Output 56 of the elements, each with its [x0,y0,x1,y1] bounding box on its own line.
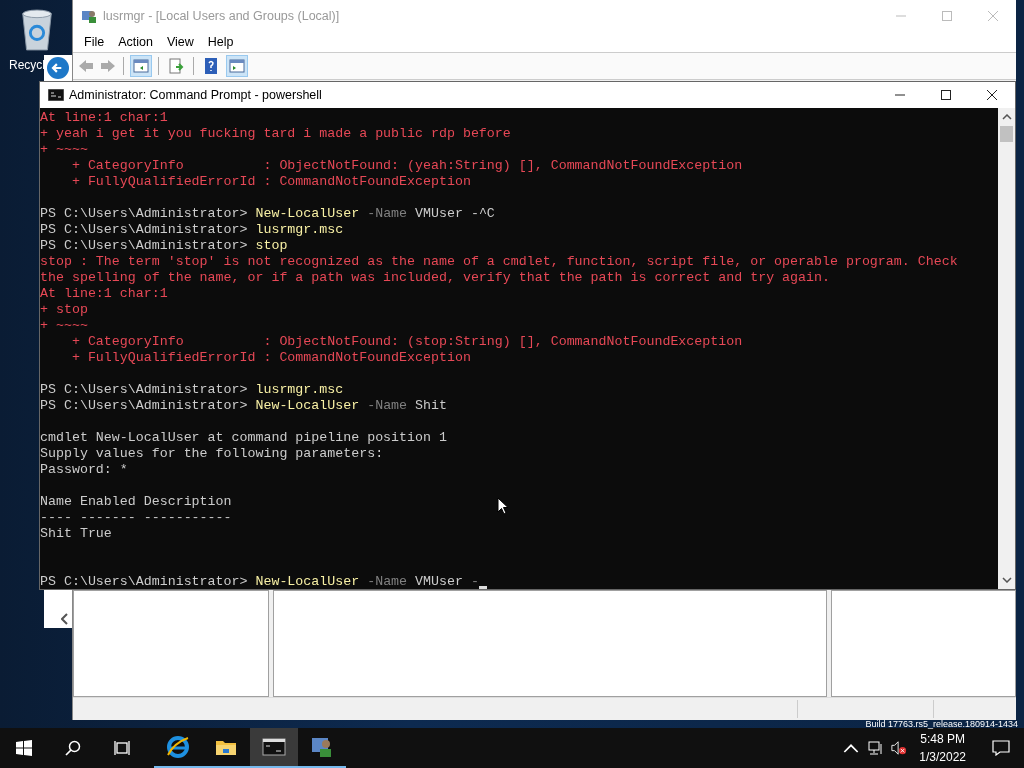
clock-date[interactable]: 1/3/2022 [919,748,966,766]
console-line: Name Enabled Description [40,494,232,510]
search-icon[interactable] [65,740,81,756]
console-line: + FullyQualifiedErrorId : CommandNotFoundException [70,350,471,366]
window-title: Administrator: Command Prompt - powershell [69,88,323,102]
menu-item[interactable]: Help [200,35,241,49]
console-line: Supply values for the following parameters: [40,446,384,462]
browser-e-icon [166,735,190,759]
menu-item[interactable]: Action [111,35,160,49]
console-line: At line:1 char:1 [40,110,168,126]
console-line: + stop [40,302,88,318]
scrollbar[interactable] [998,108,1015,589]
notification-icon[interactable] [992,740,1010,756]
scroll-down-icon[interactable] [1001,577,1012,583]
console-line: + CategoryInfo : ObjectNotFound: (stop:String) [], CommandNotFoundException [70,334,743,350]
console-line: PS C:\Users\Administrator> stop [40,238,288,254]
clock-time[interactable]: 5:48 PM [920,730,965,748]
menu-item[interactable]: File [77,35,112,49]
users-app-icon [81,8,97,24]
console-line: ---- ------- ----------- [40,510,232,526]
console-line: cmdlet New-LocalUser at command pipeline position 1 [40,430,447,446]
console-icon [48,89,64,101]
scroll-up-icon[interactable] [1001,114,1012,120]
console-line: + FullyQualifiedErrorId : CommandNotFoundException [70,174,471,190]
maximize-icon[interactable] [940,89,952,101]
pane-toggle-button[interactable] [226,55,248,77]
mouse-pointer-icon [497,497,509,515]
chevron-left-icon[interactable] [61,613,69,625]
console-line: the spelling of the name, or if a path was included, verify that the path is correct and try again. [40,270,830,286]
console-line: PS C:\Users\Administrator> lusrmgr.msc [40,222,344,238]
volume-icon[interactable] [891,740,908,756]
desktop-icon-label[interactable]: Recycl [4,58,45,72]
console-line: + CategoryInfo : ObjectNotFound: (yeah:String) [], CommandNotFoundException [70,158,743,174]
console-line: + ~~~~ [40,318,88,334]
console-line: Password: * [40,462,128,478]
scroll-thumb[interactable] [1000,126,1013,142]
console-line: + yeah i get it you fucking tard i made a public rdp before [40,126,511,142]
pane-toggle-button[interactable] [130,55,152,77]
start-button-icon[interactable] [16,740,32,756]
console-line: At line:1 char:1 [40,286,168,302]
task-view-icon[interactable] [114,740,130,756]
console-app-button[interactable] [250,728,298,768]
console-line: Shit True [40,526,112,542]
console-line: PS C:\Users\Administrator> New-LocalUser -Name VMUser -^C [40,206,495,222]
console-line: + ~~~~ [40,142,88,158]
build-watermark-text: Build 17763.rs5_release.180914-1434 [865,721,1018,728]
menu-item[interactable]: View [159,35,201,49]
users-app-icon [310,735,334,759]
console-line: PS C:\Users\Administrator> lusrmgr.msc [40,382,344,398]
close-icon[interactable] [986,89,998,101]
console-icon [262,735,286,759]
window-title: lusrmgr - [Local Users and Groups (Local)] [103,9,341,23]
console-line: PS C:\Users\Administrator> New-LocalUser -Name Shit [40,398,447,414]
network-icon[interactable] [867,740,884,756]
console-line: stop : The term 'stop' is not recognized as the name of a cmdlet, function, script file, or operable program. Check [40,254,958,270]
console-line: PS C:\Users\Administrator> New-LocalUser -Name VMUser - [40,574,487,589]
